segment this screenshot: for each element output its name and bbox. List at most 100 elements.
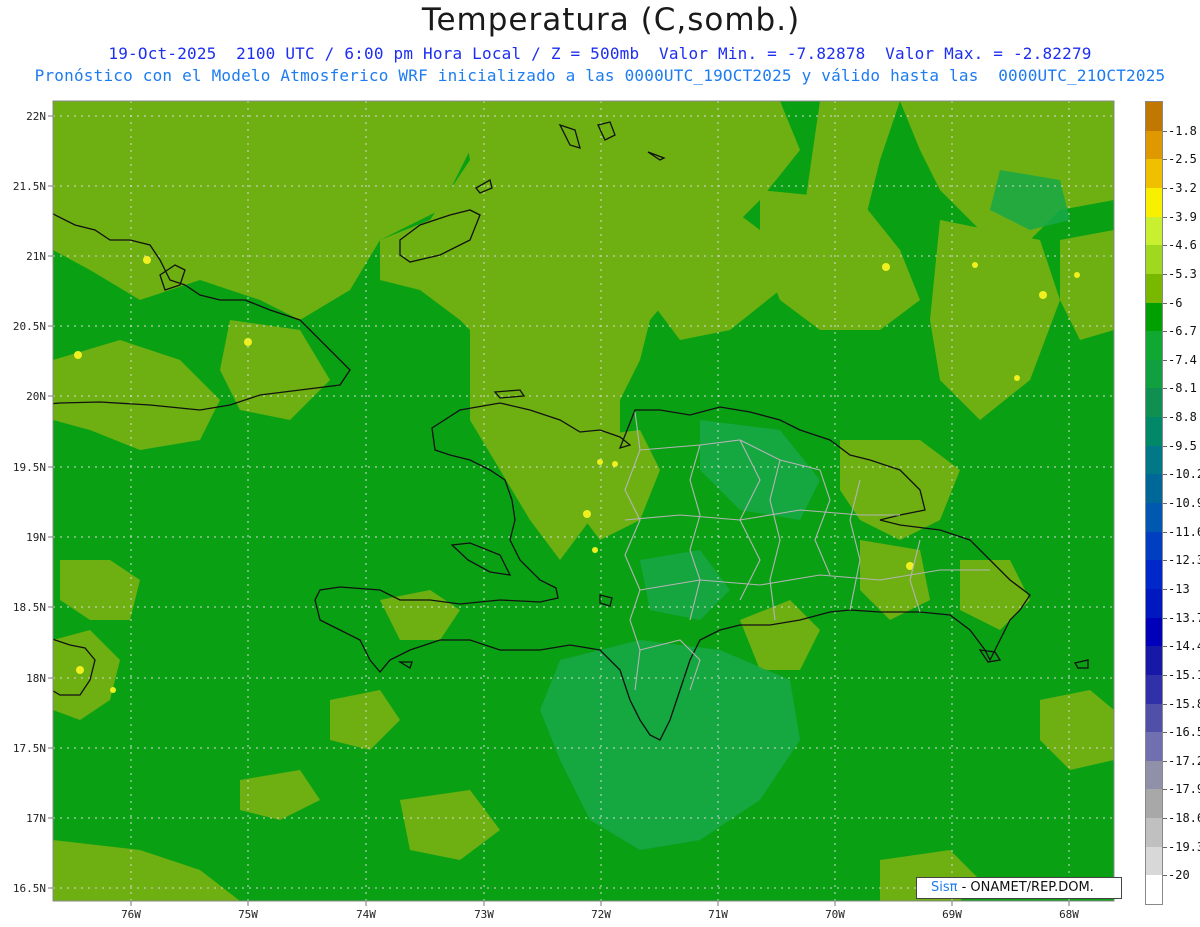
color-scale-label: -18.6 [1168,811,1200,826]
color-scale-tick [1163,245,1167,247]
color-scale-label: -3.9 [1168,209,1197,224]
color-scale-label: -2.5 [1168,152,1197,167]
color-scale-tick [1163,818,1167,820]
lat-label: 21N [26,250,46,263]
color-scale-swatch [1146,216,1162,246]
color-scale-tick [1163,789,1167,791]
color-scale-swatch [1146,417,1162,447]
color-scale-label: -6 [1168,295,1183,310]
color-scale-swatch [1146,531,1162,561]
credit-box: Sisπ - ONAMET/REP.DOM. [916,877,1122,899]
lat-label: 20.5N [13,320,46,333]
color-scale-tick [1163,474,1167,476]
color-scale-label: -9.5 [1168,438,1197,453]
color-scale-swatch [1146,674,1162,704]
color-scale-tick [1163,703,1167,705]
color-scale-tick [1163,417,1167,419]
color-scale-tick [1163,760,1167,762]
color-scale-swatch [1146,588,1162,619]
color-scale-label: -16.5 [1168,725,1200,740]
sispi-logo-text: Sisπ [931,880,958,895]
lat-label: 19.5N [13,461,46,474]
lat-label: 22N [26,110,46,123]
color-scale-swatch [1146,646,1162,676]
lon-label: 68W [1059,908,1079,921]
color-scale-swatch [1146,760,1162,790]
color-scale-swatch [1146,388,1162,418]
color-scale-tick [1163,617,1167,619]
color-scale-tick [1163,187,1167,189]
color-scale-tick [1163,560,1167,562]
color-scale-tick [1163,159,1167,161]
color-scale-label: -13 [1168,581,1190,596]
color-scale-label: -19.3 [1168,839,1200,854]
lat-label: 21.5N [13,180,46,193]
color-scale-swatch [1146,875,1162,905]
color-scale-tick [1163,273,1167,275]
color-scale-bar [1145,101,1163,905]
temperature-field [53,101,1114,901]
color-scale-tick [1163,531,1167,533]
color-scale-swatch [1146,818,1162,848]
color-scale-label: -10.2 [1168,467,1200,482]
color-scale-label: -3.2 [1168,180,1197,195]
lon-label: 76W [121,908,141,921]
color-scale-swatch [1146,789,1162,819]
color-scale-swatch [1146,273,1162,303]
color-scale-label: -4.6 [1168,238,1197,253]
lon-label: 75W [238,908,258,921]
lat-labels: 22N 21.5N 21N 20.5N 20N 19.5N 19N 18.5N … [13,110,46,895]
color-scale-label: -7.4 [1168,352,1197,367]
color-scale-label: -12.3 [1168,553,1200,568]
color-scale-label: -15.8 [1168,696,1200,711]
lon-label: 69W [942,908,962,921]
color-scale-swatch [1146,846,1162,876]
color-scale-tick [1163,875,1167,877]
color-scale-tick [1163,674,1167,676]
color-scale-label: -5.3 [1168,266,1197,281]
color-scale-label: -8.1 [1168,381,1197,396]
credit-text: - ONAMET/REP.DOM. [961,880,1094,895]
color-scale-label: -20 [1168,868,1190,883]
color-scale-tick [1163,216,1167,218]
lon-label: 70W [825,908,845,921]
color-scale-swatch [1146,359,1162,389]
color-scale-swatch [1146,474,1162,504]
color-scale-tick [1163,388,1167,390]
color-scale-label: -17.9 [1168,782,1200,797]
color-scale-tick [1163,302,1167,304]
lon-ticks [130,901,1070,906]
color-scale-swatch [1146,302,1162,332]
color-scale-label: -14.4 [1168,639,1200,654]
color-scale-swatch [1146,130,1162,160]
lat-label: 16.5N [13,882,46,895]
color-scale-label: -6.7 [1168,324,1197,339]
lon-label: 72W [591,908,611,921]
lon-labels: 76W 75W 74W 73W 72W 71W 70W 69W 68W [121,908,1079,921]
color-scale-tick [1163,846,1167,848]
color-scale-label: -11.6 [1168,524,1200,539]
lat-label: 18.5N [13,601,46,614]
color-scale-swatch [1146,445,1162,475]
lat-label: 17.5N [13,742,46,755]
lon-label: 74W [356,908,376,921]
lat-ticks [48,115,53,889]
color-scale-tick [1163,331,1167,333]
color-scale-swatch [1146,245,1162,275]
color-scale-label: -10.9 [1168,496,1200,510]
lat-label: 19N [26,531,46,544]
color-scale-swatch [1146,732,1162,762]
color-scale-swatch [1146,331,1162,361]
color-scale-label: -17.2 [1168,753,1200,768]
color-scale-label: -15.1 [1168,667,1200,682]
lon-label: 73W [474,908,494,921]
lon-label: 71W [708,908,728,921]
color-scale-swatch [1146,102,1162,132]
lat-label: 18N [26,672,46,685]
lat-label: 20N [26,390,46,403]
color-scale-swatch [1146,503,1162,533]
color-scale-label: -8.8 [1168,410,1197,425]
color-scale-tick [1163,646,1167,648]
color-scale-tick [1163,359,1167,361]
color-scale-label: -13.7 [1168,610,1200,625]
